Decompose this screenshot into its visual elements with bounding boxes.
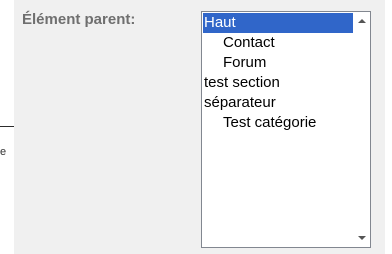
page-background-strip	[0, 0, 14, 254]
parent-element-listbox[interactable]: Haut Contact Forum test section séparate…	[201, 11, 371, 248]
option-separateur[interactable]: séparateur	[203, 93, 353, 113]
scroll-up-arrow-icon[interactable]	[358, 19, 366, 23]
parent-element-label: Élément parent:	[22, 11, 136, 28]
option-test-section[interactable]: test section	[203, 73, 353, 93]
scroll-down-arrow-icon[interactable]	[358, 236, 366, 240]
listbox-options: Haut Contact Forum test section séparate…	[203, 13, 353, 133]
option-forum[interactable]: Forum	[203, 53, 353, 73]
listbox-scrollbar[interactable]	[354, 12, 370, 247]
option-test-categorie[interactable]: Test catégorie	[203, 113, 353, 133]
option-haut[interactable]: Haut	[203, 13, 353, 33]
option-contact[interactable]: Contact	[203, 33, 353, 53]
clipped-text-fragment: e	[0, 146, 7, 158]
